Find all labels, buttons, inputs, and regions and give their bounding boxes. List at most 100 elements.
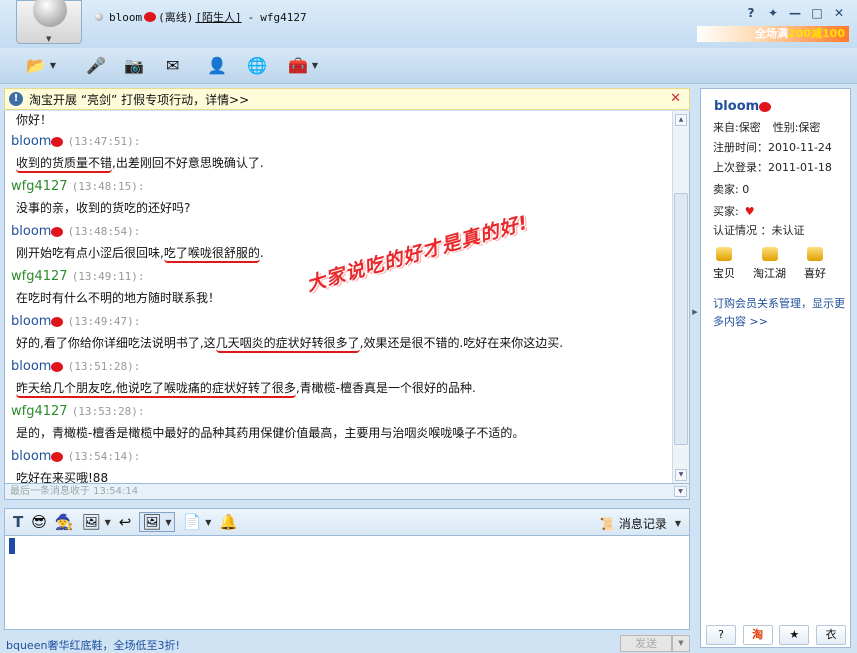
message-time: (13:54:14): — [67, 450, 141, 463]
font-icon[interactable]: T — [13, 513, 23, 531]
chevron-down-icon[interactable]: ▼ — [105, 518, 111, 527]
tools-button[interactable]: 🧰 ▼ — [288, 53, 318, 77]
favorites-button[interactable]: 喜好 — [804, 247, 826, 281]
magic-icon[interactable]: 🧙 — [55, 513, 74, 531]
close-icon[interactable]: ✕ — [831, 6, 847, 20]
mail-button[interactable]: ✉ — [166, 53, 179, 77]
title-bar: ▼ bloom (离线) [陌生人] - wfg4127 ? ✦ — □ ✕ 全… — [0, 0, 857, 48]
tools-icon: 🧰 — [288, 55, 308, 75]
folder-icon — [716, 247, 732, 261]
contact-status: (离线) — [158, 11, 194, 24]
web-button[interactable]: 🌐 — [247, 53, 267, 77]
sender-name: bloom — [11, 359, 52, 374]
send-options-icon[interactable]: ▼ — [672, 635, 690, 652]
chevron-down-icon[interactable]: ▼ — [675, 519, 681, 528]
scrollbar-thumb[interactable] — [674, 193, 688, 445]
status-icon — [95, 13, 103, 21]
shortcut-icons: 宝贝 淘江湖 喜好 — [713, 247, 826, 281]
redaction-mark — [51, 451, 64, 462]
gender-field: 性别:保密 — [772, 121, 821, 134]
chevron-down-icon[interactable]: ▼ — [165, 518, 171, 527]
chat-scrollbar[interactable]: ▲ ▼ — [672, 111, 689, 483]
collapse-panel-icon[interactable]: ▶ — [691, 300, 699, 324]
relation-link[interactable]: [陌生人] — [195, 9, 241, 25]
contact-name: bloom — [714, 99, 772, 114]
message-time: (13:49:11): — [71, 270, 145, 283]
highlight-underline: 几天咽炎的症状好转很多了 — [215, 336, 360, 353]
video-button[interactable]: 📷 — [124, 53, 144, 77]
send-button[interactable]: 发送 — [620, 635, 672, 652]
screenshot-icon[interactable]: 🖼 ▼ — [82, 513, 111, 531]
history-label: 消息记录 — [618, 517, 667, 531]
tab-clothing[interactable]: 衣 — [815, 625, 846, 645]
message-input[interactable] — [4, 536, 690, 630]
avatar-image — [33, 0, 67, 27]
image-icon[interactable]: 🖼 ▼ — [139, 512, 175, 532]
chevron-down-icon[interactable]: ▼ — [46, 35, 51, 43]
chat-history[interactable]: 你好！ bloom (13:47:51): 收到的货质量不错,出差刚回不好意思晚… — [4, 111, 690, 484]
bottom-ad-link[interactable]: bqueen奢华红底鞋，全场低至3折! — [6, 637, 180, 653]
send-file-button[interactable]: 📂 ▼ — [26, 53, 56, 77]
contact-name: bloom — [109, 10, 143, 24]
message-body: 是的，青橄榄-檀香是橄榄中最好的品种其药用保健价值最高，主要用与治咽炎喉咙嗓子不… — [16, 426, 525, 440]
document-icon[interactable]: 📄 ▼ — [183, 513, 212, 531]
globe-icon: 🌐 — [247, 55, 267, 75]
tab-favorite[interactable]: ★ — [779, 625, 810, 645]
chevron-down-icon[interactable]: ▼ — [312, 61, 318, 70]
notice-text[interactable]: 淘宝开展 “亮剑” 打假专项行动，详情>> — [29, 91, 249, 108]
redaction-mark — [51, 226, 64, 237]
heart-icon: ♥ — [744, 205, 755, 218]
notice-close-icon[interactable]: ✕ — [670, 91, 681, 106]
voice-button[interactable]: 🎤 — [86, 53, 106, 77]
last-message-text: 最后一条消息收于 13:54:14 — [10, 486, 139, 497]
pin-icon[interactable]: ✦ — [765, 6, 781, 20]
redaction-mark — [759, 101, 772, 112]
message-header: bloom (13:47:51): — [11, 131, 671, 152]
message-header: bloom (13:48:54): — [11, 221, 671, 242]
certification: 认证情况 ：未认证 — [713, 224, 805, 237]
redaction-mark — [51, 316, 64, 327]
reply-icon[interactable]: ↩ — [119, 513, 132, 531]
items-button[interactable]: 宝贝 — [713, 247, 735, 281]
banner-ad[interactable]: 全场满200减100 — [697, 26, 849, 42]
scroll-down-icon[interactable]: ▼ — [675, 469, 687, 481]
emoji-icon[interactable]: 😎 — [31, 513, 47, 531]
message-body: 你好！ — [16, 113, 53, 127]
redaction-mark — [144, 12, 157, 22]
notice-bar[interactable]: ! 淘宝开展 “亮剑” 打假专项行动，详情>> ✕ — [4, 88, 690, 110]
tab-taobao[interactable]: 淘 — [742, 625, 773, 645]
message-time: (13:53:28): — [71, 405, 145, 418]
add-contact-button[interactable]: 👤 — [207, 53, 227, 77]
message-history-button[interactable]: 📜 消息记录 ▼ — [600, 515, 681, 532]
avatar[interactable]: ▼ — [16, 0, 82, 44]
history-icon: 📜 — [599, 516, 615, 531]
bell-icon[interactable]: 🔔 — [219, 513, 238, 531]
seller-rating: 卖家: 0 — [713, 183, 750, 196]
sender-name: bloom — [11, 224, 52, 239]
highlight-underline: 收到的货质量不错 — [16, 156, 113, 173]
scroll-up-icon[interactable]: ▲ — [675, 114, 687, 126]
title-separator: - — [247, 10, 255, 24]
window-title: bloom (离线) [陌生人] - wfg4127 — [95, 9, 307, 25]
membership-link[interactable]: 订购会员关系管理，显示更多内容 >> — [713, 295, 849, 331]
from-field: 来自:保密 性别:保密 — [713, 121, 821, 134]
chevron-down-icon[interactable]: ▼ — [205, 518, 211, 527]
message-body: 收到的货质量不错,出差刚回不好意思晚确认了. — [11, 152, 671, 174]
help-icon[interactable]: ? — [743, 6, 759, 20]
message-list: 你好！ bloom (13:47:51): 收到的货质量不错,出差刚回不好意思晚… — [11, 113, 671, 484]
chevron-down-icon[interactable]: ▼ — [50, 61, 56, 70]
taojianghu-button[interactable]: 淘江湖 — [753, 247, 786, 281]
microphone-icon: 🎤 — [86, 55, 106, 75]
register-time: 注册时间：2010-11-24 — [713, 141, 832, 154]
text-caret — [9, 538, 15, 554]
message-body: 吃好在来买哦!88 — [16, 471, 109, 484]
message-time: (13:51:28): — [67, 360, 141, 373]
message-body: 没事的亲，收到的货吃的还好吗? — [16, 201, 191, 215]
info-icon: ! — [9, 92, 23, 106]
scroll-bottom-icon[interactable]: ▼ — [674, 486, 687, 497]
contact-info-panel: bloom 来自:保密 性别:保密 注册时间：2010-11-24 上次登录：20… — [700, 88, 851, 648]
message-time: (13:48:15): — [71, 180, 145, 193]
maximize-icon[interactable]: □ — [809, 6, 825, 20]
minimize-icon[interactable]: — — [787, 6, 803, 20]
tab-help[interactable]: ? — [706, 625, 736, 645]
